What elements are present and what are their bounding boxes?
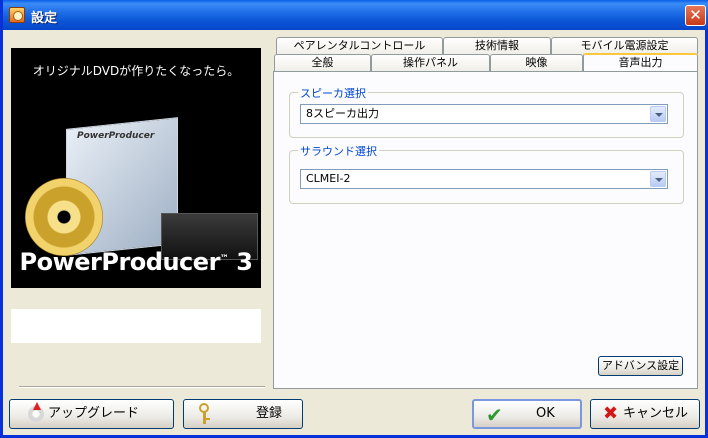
tab-label: モバイル電源設定	[580, 39, 669, 52]
tab-audio-output[interactable]: 音声出力	[583, 53, 698, 71]
tab-label: 技術情報	[475, 39, 519, 52]
window-title: 設定	[31, 11, 58, 26]
surround-select[interactable]: CLMEI-2	[300, 169, 668, 189]
left-divider	[19, 386, 265, 388]
tab-label: 映像	[525, 56, 548, 69]
upgrade-button-label: アップグレード	[48, 406, 140, 421]
cancel-button[interactable]: ✖ キャンセル	[590, 399, 700, 429]
tab-general[interactable]: 全般	[274, 54, 371, 71]
upgrade-button[interactable]: アップグレード	[9, 399, 174, 429]
info-box	[11, 309, 261, 343]
tab-control-panel[interactable]: 操作パネル	[371, 54, 490, 71]
upgrade-disc-icon	[28, 402, 44, 422]
tab-mobile-power[interactable]: モバイル電源設定	[551, 37, 698, 54]
speaker-select-value: 8スピーカ出力	[306, 107, 379, 120]
key-icon	[199, 403, 211, 425]
product-banner: オリジナルDVDが作りたくなったら。 PowerProducer PowerPr…	[11, 48, 261, 288]
speaker-group-legend: スピーカ選択	[298, 85, 368, 101]
speaker-group: スピーカ選択 8スピーカ出力	[289, 85, 684, 138]
audio-output-panel: スピーカ選択 8スピーカ出力 サラウンド選択 CLMEI-2 アドバンス設定	[273, 71, 698, 389]
product-box-title: PowerProducer	[77, 131, 155, 141]
tab-label: 全般	[311, 56, 334, 69]
x-icon: ✖	[603, 403, 619, 424]
cancel-button-label: キャンセル	[623, 406, 689, 421]
check-icon: ✔	[486, 403, 503, 427]
tab-parental-control[interactable]: ペアレンタルコントロール	[276, 37, 443, 54]
speaker-select[interactable]: 8スピーカ出力	[300, 104, 668, 124]
advanced-settings-button[interactable]: アドバンス設定	[598, 356, 683, 376]
surround-select-value: CLMEI-2	[306, 172, 351, 185]
close-button[interactable]: ✕	[685, 5, 706, 26]
tab-label: 操作パネル	[403, 56, 458, 69]
register-button[interactable]: 登録	[183, 399, 303, 429]
tab-label: ペアレンタルコントロール	[293, 39, 426, 52]
product-logo: PowerProducer™ 3	[11, 248, 261, 276]
surround-group-legend: サラウンド選択	[298, 143, 379, 159]
app-icon	[9, 7, 25, 23]
ok-button[interactable]: ✔ OK	[472, 399, 582, 429]
ok-button-label: OK	[536, 406, 555, 421]
tab-video[interactable]: 映像	[490, 54, 583, 71]
chevron-down-icon[interactable]	[650, 171, 666, 187]
tab-tech-info[interactable]: 技術情報	[443, 37, 551, 54]
dvd-disc-image	[25, 178, 103, 256]
product-version: 3	[236, 248, 253, 276]
trademark-mark: ™	[219, 254, 229, 264]
close-icon: ✕	[689, 6, 702, 24]
settings-dialog: 設定 ✕ オリジナルDVDが作りたくなったら。 PowerProducer Po…	[0, 0, 708, 438]
title-bar[interactable]: 設定 ✕	[3, 0, 708, 30]
banner-headline: オリジナルDVDが作りたくなったら。	[32, 64, 240, 78]
register-button-label: 登録	[256, 406, 283, 421]
chevron-down-icon[interactable]	[650, 106, 666, 122]
tab-label: 音声出力	[618, 56, 663, 69]
surround-group: サラウンド選択 CLMEI-2	[289, 143, 684, 204]
product-name: PowerProducer	[19, 248, 221, 276]
